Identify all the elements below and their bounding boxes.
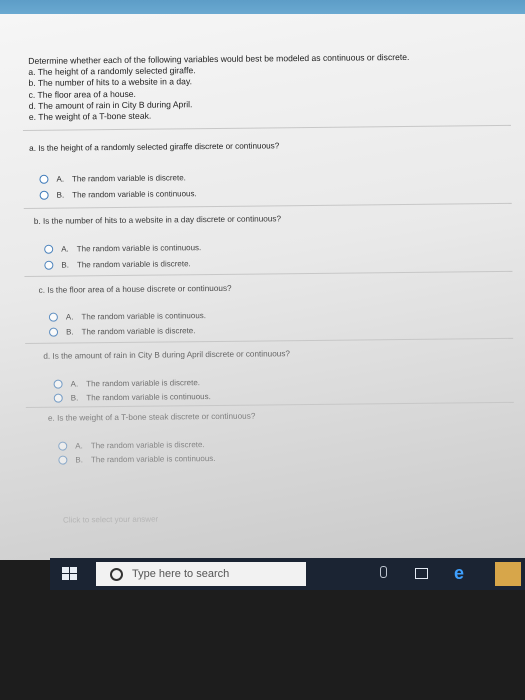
option-text: The random variable is continuous. (72, 189, 197, 200)
pinned-app-icon[interactable] (495, 562, 521, 586)
question-d-option-b[interactable]: B. The random variable is continuous. (53, 392, 211, 403)
search-icon (110, 567, 123, 581)
question-a-prompt: a. Is the height of a randomly selected … (29, 141, 280, 153)
question-a-option-b[interactable]: B. The random variable is continuous. (39, 189, 197, 200)
option-letter: A. (75, 441, 83, 451)
windows-icon[interactable] (62, 567, 78, 582)
question-c-prompt: c. Is the floor area of a house discrete… (38, 283, 232, 295)
option-letter: B. (56, 190, 65, 200)
divider (25, 337, 514, 344)
radio-button[interactable] (58, 441, 68, 451)
radio-button[interactable] (44, 244, 54, 254)
option-letter: A. (61, 244, 69, 254)
question-d-prompt: d. Is the amount of rain in City B durin… (43, 349, 291, 361)
option-text: The random variable is continuous. (81, 311, 207, 322)
problem-statement: Determine whether each of the following … (28, 52, 410, 123)
question-b-option-b[interactable]: B. The random variable is discrete. (44, 259, 191, 270)
option-text: The random variable is discrete. (76, 259, 191, 270)
question-e-option-b[interactable]: B. The random variable is continuous. (58, 453, 216, 465)
radio-button[interactable] (58, 455, 68, 465)
question-e-prompt: e. Is the weight of a T-bone steak discr… (47, 411, 256, 423)
option-text: The random variable is discrete. (90, 440, 205, 451)
radio-button[interactable] (39, 174, 49, 184)
question-b-option-a[interactable]: A. The random variable is continuous. (44, 243, 201, 254)
option-text: The random variable is continuous. (90, 453, 216, 465)
task-view-icon[interactable] (412, 566, 430, 580)
radio-button[interactable] (53, 379, 63, 389)
option-letter: A. (65, 312, 74, 322)
radio-button[interactable] (48, 312, 58, 322)
question-c-option-b[interactable]: B. The random variable is discrete. (49, 326, 195, 337)
question-e-option-a[interactable]: A. The random variable is discrete. (58, 440, 205, 451)
option-text: The random variable is discrete. (86, 378, 201, 389)
option-text: The random variable is continuous. (86, 392, 211, 403)
radio-button[interactable] (44, 260, 54, 270)
question-a-option-a[interactable]: A. The random variable is discrete. (39, 173, 186, 184)
window-title-bar (0, 0, 525, 14)
option-text: The random variable is discrete. (81, 326, 196, 337)
divider (23, 202, 512, 209)
microphone-icon[interactable] (380, 566, 387, 578)
radio-button[interactable] (39, 190, 49, 200)
search-placeholder: Type here to search (132, 568, 230, 580)
option-letter: A. (56, 174, 65, 184)
answer-hint: Click to select your answer (62, 514, 159, 525)
edge-icon[interactable]: e (454, 563, 464, 584)
question-b-prompt: b. Is the number of hits to a website in… (33, 214, 282, 226)
taskbar: Type here to search e (50, 558, 525, 590)
option-letter: B. (70, 393, 79, 403)
option-letter: B. (61, 260, 69, 270)
option-letter: B. (66, 327, 74, 337)
option-text: The random variable is continuous. (76, 243, 202, 254)
option-letter: B. (75, 455, 84, 465)
divider (22, 124, 511, 131)
browser-viewport: Determine whether each of the following … (0, 14, 525, 560)
divider (25, 401, 514, 408)
radio-button[interactable] (49, 327, 59, 337)
question-d-option-a[interactable]: A. The random variable is discrete. (53, 378, 201, 389)
option-text: The random variable is discrete. (71, 173, 186, 184)
question-c-option-a[interactable]: A. The random variable is continuous. (48, 311, 207, 322)
divider (24, 270, 513, 277)
option-letter: A. (70, 379, 79, 389)
question-panel: Determine whether each of the following … (22, 35, 517, 540)
radio-button[interactable] (53, 393, 63, 403)
taskbar-search-box[interactable]: Type here to search (96, 562, 306, 586)
